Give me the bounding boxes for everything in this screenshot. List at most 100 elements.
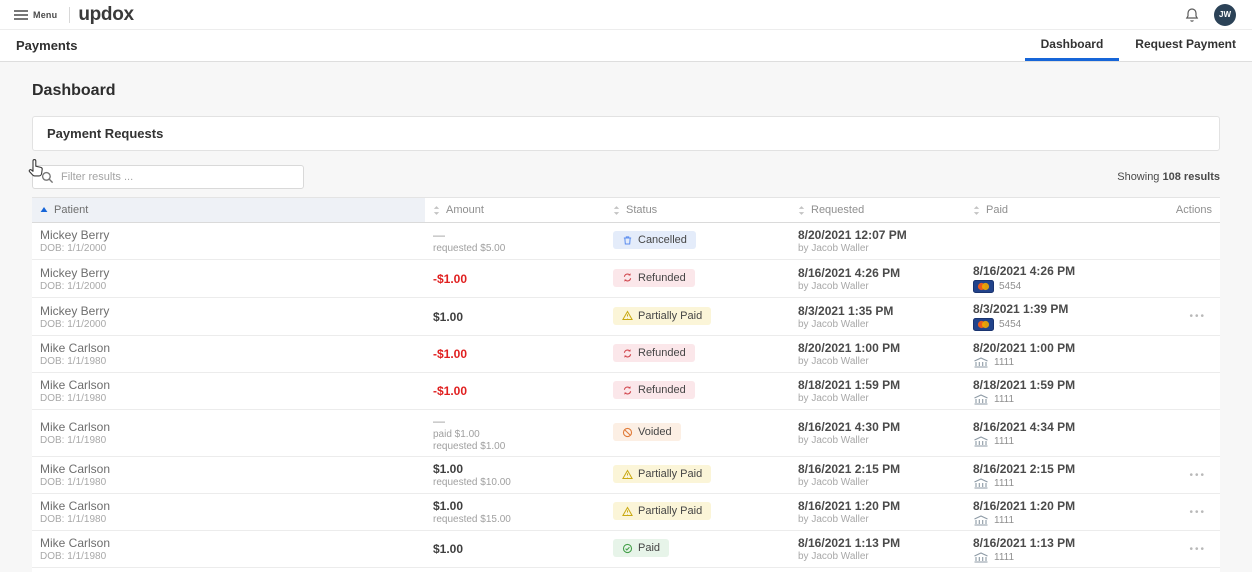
table-row[interactable]: Mickey Berry DOB: 1/1/2000 -$1.00 Refund… <box>32 260 1220 298</box>
sort-ascending-icon <box>40 207 48 212</box>
column-header-requested[interactable]: Requested <box>790 198 965 222</box>
patient-dob: DOB: 1/1/1980 <box>40 435 107 446</box>
column-header-status[interactable]: Status <box>605 198 790 222</box>
card-last4: 1111 <box>994 477 1015 489</box>
row-actions-button[interactable]: ••• <box>1160 311 1220 322</box>
status-badge: Refunded <box>613 268 695 287</box>
void-circle-icon <box>622 427 633 437</box>
patient-name: Mickey Berry <box>40 303 110 318</box>
amount-value: -$1.00 <box>433 347 468 361</box>
tab-dashboard[interactable]: Dashboard <box>1024 30 1120 61</box>
patient-dob: DOB: 1/1/2000 <box>40 318 107 330</box>
amount-value: $1.00 <box>433 462 464 476</box>
status-label: Refunded <box>638 271 686 284</box>
table-row[interactable]: Mike Carlson 8/16/2021 12:43 PM <box>32 568 1220 572</box>
card-last4: 1111 <box>994 514 1015 526</box>
sort-icon <box>433 205 440 215</box>
table-row[interactable]: Mike Carlson DOB: 1/1/1980 -$1.00 Refund… <box>32 373 1220 410</box>
patient-dob: DOB: 1/1/1980 <box>40 393 107 404</box>
requested-by: by Jacob Waller <box>798 243 869 254</box>
bank-account-icon <box>974 551 988 563</box>
amount-value: — <box>433 228 445 242</box>
bank-account-icon <box>974 393 988 405</box>
column-header-amount[interactable]: Amount <box>425 198 605 222</box>
table-header-row: Patient Amount Status Requested Paid Act… <box>32 197 1220 223</box>
row-actions-button[interactable]: ••• <box>1160 544 1220 555</box>
payment-requests-panel-title: Payment Requests <box>32 116 1220 151</box>
user-avatar[interactable]: JW <box>1214 3 1236 26</box>
results-suffix: results <box>1183 171 1220 183</box>
paid-date: 8/16/2021 4:34 PM <box>973 419 1076 434</box>
notifications-button[interactable] <box>1184 7 1200 23</box>
top-bar: Menu updox JW <box>0 0 1252 30</box>
table-row[interactable]: Mike Carlson DOB: 1/1/1980 $1.00 request… <box>32 494 1220 531</box>
status-badge: Refunded <box>613 381 695 400</box>
paid-date: 8/18/2021 1:59 PM <box>973 377 1076 392</box>
card-last4: 1111 <box>994 435 1015 447</box>
status-label: Cancelled <box>638 234 687 247</box>
patient-dob: DOB: 1/1/1980 <box>40 477 107 488</box>
requested-date: 8/16/2021 4:30 PM <box>798 420 901 434</box>
requested-by: by Jacob Waller <box>798 477 869 488</box>
filter-search-box <box>32 165 304 189</box>
paid-date: 8/16/2021 4:26 PM <box>973 264 1076 278</box>
table-row[interactable]: Mike Carlson DOB: 1/1/1980 -$1.00 Refund… <box>32 336 1220 373</box>
status-label: Refunded <box>638 347 686 360</box>
bank-account-icon <box>974 435 988 447</box>
paid-date: 8/16/2021 2:15 PM <box>973 461 1076 476</box>
sort-icon <box>613 205 620 215</box>
requested-date: 8/20/2021 1:00 PM <box>798 341 901 355</box>
amount-value: $1.00 <box>433 542 464 556</box>
table-row[interactable]: Mike Carlson DOB: 1/1/1980 — paid $1.00 … <box>32 410 1220 457</box>
requested-date: 8/20/2021 12:07 PM <box>798 228 907 242</box>
updox-logo[interactable]: updox <box>78 5 134 24</box>
table-row[interactable]: Mickey Berry DOB: 1/1/2000 $1.00 Partial… <box>32 298 1220 336</box>
column-header-patient[interactable]: Patient <box>32 198 425 222</box>
table-row[interactable]: Mike Carlson DOB: 1/1/1980 $1.00 Paid 8/… <box>32 531 1220 568</box>
amount-note: requested $15.00 <box>433 514 511 525</box>
table-row[interactable]: Mike Carlson DOB: 1/1/1980 $1.00 request… <box>32 457 1220 494</box>
warning-triangle-icon <box>622 506 633 516</box>
amount-value: -$1.00 <box>433 384 468 398</box>
filter-bar: Showing 108 results <box>32 165 1220 189</box>
patient-dob: DOB: 1/1/1980 <box>40 356 107 367</box>
mastercard-icon <box>973 280 994 293</box>
status-badge: Partially Paid <box>613 502 712 521</box>
card-last4: 5454 <box>999 319 1022 330</box>
column-header-paid[interactable]: Paid <box>965 198 1160 222</box>
payment-requests-table: Patient Amount Status Requested Paid Act… <box>32 197 1220 572</box>
amount-note: paid $1.00 <box>433 429 480 440</box>
requested-date: 8/16/2021 2:15 PM <box>798 462 901 476</box>
row-actions-button[interactable]: ••• <box>1160 507 1220 518</box>
search-icon <box>41 171 54 183</box>
tab-request-payment[interactable]: Request Payment <box>1119 30 1252 61</box>
tab-bar: Dashboard Request Payment <box>1024 30 1252 61</box>
table-row[interactable]: Mickey Berry DOB: 1/1/2000 — requested $… <box>32 223 1220 260</box>
status-label: Refunded <box>638 384 686 397</box>
status-badge: Voided <box>613 423 681 442</box>
requested-date: 8/16/2021 4:26 PM <box>798 265 901 280</box>
requested-by: by Jacob Waller <box>798 435 869 446</box>
status-label: Partially Paid <box>638 468 703 481</box>
warning-triangle-icon <box>622 310 633 321</box>
requested-by: by Jacob Waller <box>798 514 869 525</box>
paid-date: 8/3/2021 1:39 PM <box>973 302 1069 316</box>
card-last4: 5454 <box>999 281 1022 292</box>
paid-date: 8/16/2021 1:20 PM <box>973 498 1076 513</box>
patient-name: Mike Carlson <box>40 420 111 434</box>
paid-date: 8/20/2021 1:00 PM <box>973 340 1076 355</box>
amount-value: $1.00 <box>433 309 464 324</box>
paid-date: 8/16/2021 1:13 PM <box>973 535 1076 550</box>
menu-button[interactable]: Menu <box>10 10 61 20</box>
filter-input[interactable] <box>61 171 295 183</box>
top-bar-right: JW <box>1184 3 1242 26</box>
patient-name: Mike Carlson <box>40 378 111 392</box>
dashboard-heading: Dashboard <box>32 82 116 99</box>
patient-name: Mickey Berry <box>40 228 110 242</box>
sort-icon <box>973 205 980 215</box>
results-count: Showing 108 results <box>1117 171 1220 183</box>
warning-triangle-icon <box>622 469 633 479</box>
bank-account-icon <box>974 477 988 489</box>
patient-name: Mike Carlson <box>40 462 111 476</box>
row-actions-button[interactable]: ••• <box>1160 470 1220 481</box>
